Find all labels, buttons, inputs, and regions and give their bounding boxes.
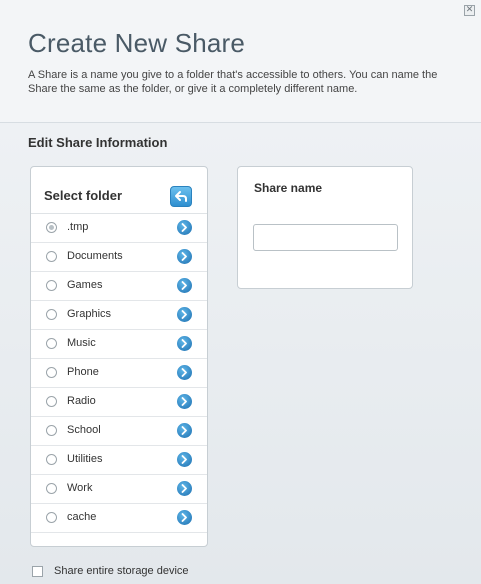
folder-row[interactable]: Utilities (31, 446, 207, 475)
folder-row[interactable]: Radio (31, 388, 207, 417)
folder-radio[interactable] (46, 367, 57, 378)
folder-list: .tmp Documents Games Graphics Music Phone Radi… (31, 214, 207, 533)
folder-label: cache (67, 511, 97, 523)
folder-row[interactable]: cache (31, 504, 207, 533)
folder-label: Phone (67, 366, 99, 378)
folder-panel-title: Select folder (44, 188, 123, 203)
chevron-right-icon[interactable] (177, 336, 192, 351)
folder-radio[interactable] (46, 280, 57, 291)
folder-radio[interactable] (46, 454, 57, 465)
folder-row[interactable]: Work (31, 475, 207, 504)
chevron-right-icon[interactable] (177, 365, 192, 380)
folder-radio[interactable] (46, 483, 57, 494)
folder-label: Games (67, 279, 103, 291)
folder-label: Music (67, 337, 96, 349)
folder-row[interactable]: School (31, 417, 207, 446)
folder-label: Graphics (67, 308, 112, 320)
folder-radio[interactable] (46, 338, 57, 349)
folder-radio[interactable] (46, 396, 57, 407)
folder-label: Work (67, 482, 93, 494)
folder-radio[interactable] (46, 251, 57, 262)
close-icon[interactable]: ✕ (464, 5, 475, 16)
back-arrow-icon[interactable] (170, 186, 192, 207)
dialog-title: Create New Share (28, 28, 246, 58)
chevron-right-icon[interactable] (177, 249, 192, 264)
share-entire-checkbox[interactable] (32, 566, 43, 577)
folder-radio[interactable] (46, 425, 57, 436)
share-name-panel: Share name (237, 166, 413, 289)
chevron-right-icon[interactable] (177, 452, 192, 467)
folder-radio[interactable] (46, 222, 57, 233)
chevron-right-icon[interactable] (177, 510, 192, 525)
folder-radio[interactable] (46, 512, 57, 523)
chevron-right-icon[interactable] (177, 307, 192, 322)
folder-row[interactable]: Games (31, 272, 207, 301)
share-entire-label: Share entire storage device (54, 565, 189, 577)
share-name-input[interactable] (253, 224, 398, 251)
folder-row[interactable]: Phone (31, 359, 207, 388)
folder-label: Radio (67, 395, 96, 407)
chevron-right-icon[interactable] (177, 220, 192, 235)
folder-label: Utilities (67, 453, 103, 465)
folder-label: .tmp (67, 221, 89, 233)
share-name-label: Share name (254, 181, 323, 195)
dialog-description: A Share is a name you give to a folder t… (28, 69, 438, 95)
folder-row[interactable]: .tmp (31, 214, 207, 243)
folder-row[interactable]: Music (31, 330, 207, 359)
dialog-header: ✕ Create New Share A Share is a name you… (0, 0, 481, 123)
chevron-right-icon[interactable] (177, 278, 192, 293)
folder-panel-header: Select folder (31, 167, 207, 214)
chevron-right-icon[interactable] (177, 423, 192, 438)
folder-label: Documents (67, 250, 123, 262)
section-title: Edit Share Information (28, 135, 168, 150)
folder-row[interactable]: Graphics (31, 301, 207, 330)
chevron-right-icon[interactable] (177, 394, 192, 409)
folder-panel: Select folder .tmp Documents Games Graphics… (30, 166, 208, 547)
chevron-right-icon[interactable] (177, 481, 192, 496)
folder-radio[interactable] (46, 309, 57, 320)
folder-row[interactable]: Documents (31, 243, 207, 272)
folder-label: School (67, 424, 101, 436)
